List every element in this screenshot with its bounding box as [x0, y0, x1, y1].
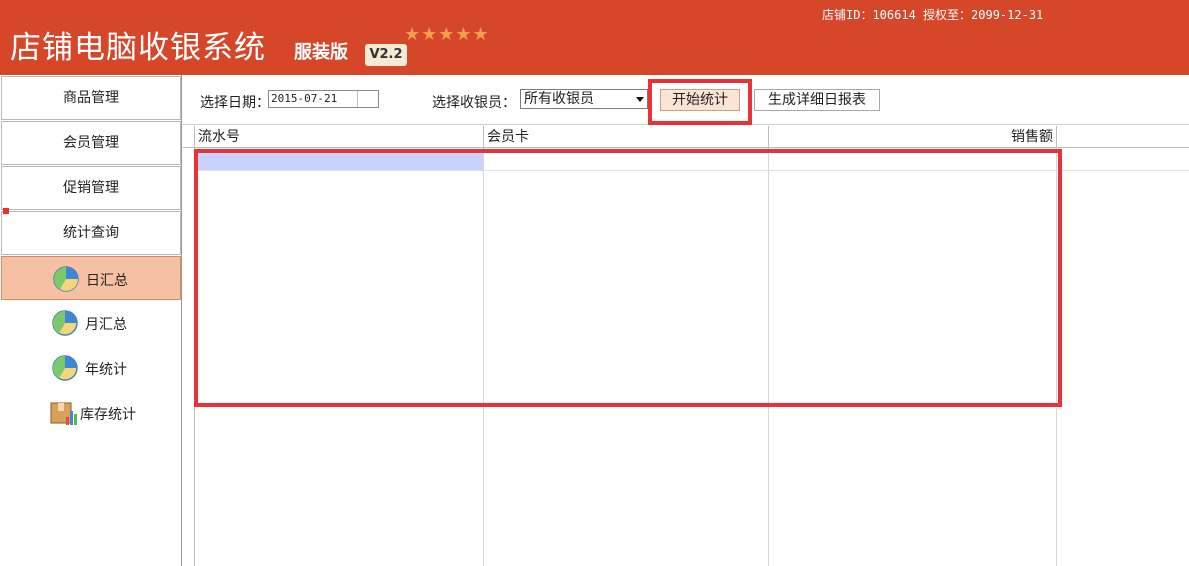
- cashier-select-value: 所有收银员: [524, 91, 594, 107]
- sidebar-subitem-yearly-stats[interactable]: 年统计: [1, 346, 181, 390]
- pie-chart-icon: [52, 310, 78, 336]
- version-badge: V2.2: [365, 44, 407, 66]
- column-header-member-card[interactable]: 会员卡: [484, 126, 769, 148]
- store-info: 店铺ID：106614 授权至：2099-12-31: [822, 8, 1044, 22]
- filter-toolbar: 选择日期： 2015-07-21 选择收银员： 所有收银员 开始统计 生成详细日…: [183, 75, 1189, 125]
- sidebar-subitem-label: 年统计: [85, 362, 127, 378]
- generate-daily-report-button[interactable]: 生成详细日报表: [754, 89, 880, 111]
- start-statistics-button[interactable]: 开始统计: [660, 89, 740, 111]
- sidebar-subitem-label: 月汇总: [85, 317, 127, 333]
- date-label: 选择日期：: [200, 95, 270, 111]
- pie-chart-icon: [53, 266, 79, 292]
- chevron-down-icon: [636, 97, 644, 102]
- sidebar-subitem-label: 日汇总: [86, 273, 128, 289]
- row-header-corner: [183, 126, 195, 148]
- sidebar-item-products[interactable]: 商品管理: [1, 76, 181, 120]
- app-header: 店铺电脑收银系统 服装版 V2.2 ★★★★★ 店铺ID：106614 授权至：…: [0, 0, 1189, 75]
- sidebar: 商品管理 会员管理 促销管理 统计查询 日汇总 月汇总 年统计 库存统计: [0, 75, 182, 566]
- sidebar-subitem-label: 库存统计: [80, 407, 136, 423]
- sidebar-item-promotions[interactable]: 促销管理: [1, 166, 181, 210]
- column-header-sales[interactable]: 销售额: [769, 126, 1057, 148]
- inventory-chart-icon: [50, 402, 77, 425]
- date-picker-input[interactable]: 2015-07-21: [268, 90, 379, 108]
- active-marker: [3, 208, 9, 214]
- sidebar-subitem-inventory-stats[interactable]: 库存统计: [1, 391, 181, 435]
- pie-chart-icon: [52, 355, 78, 381]
- column-header-serial[interactable]: 流水号: [195, 126, 484, 148]
- sidebar-item-members[interactable]: 会员管理: [1, 121, 181, 165]
- grid-header: 流水号 会员卡 销售额: [183, 126, 1189, 148]
- sidebar-subitem-monthly-summary[interactable]: 月汇总: [1, 301, 181, 345]
- cashier-label: 选择收银员：: [432, 95, 516, 111]
- cashier-select[interactable]: 所有收银员: [520, 89, 648, 109]
- rating-stars-icon: ★★★★★: [404, 24, 490, 45]
- highlight-annotation: [194, 149, 1062, 407]
- sidebar-item-statistics[interactable]: 统计查询: [1, 211, 181, 255]
- app-title: 店铺电脑收银系统: [10, 30, 266, 66]
- edition-label: 服装版: [294, 42, 348, 63]
- sidebar-subitem-daily-summary[interactable]: 日汇总: [1, 256, 181, 300]
